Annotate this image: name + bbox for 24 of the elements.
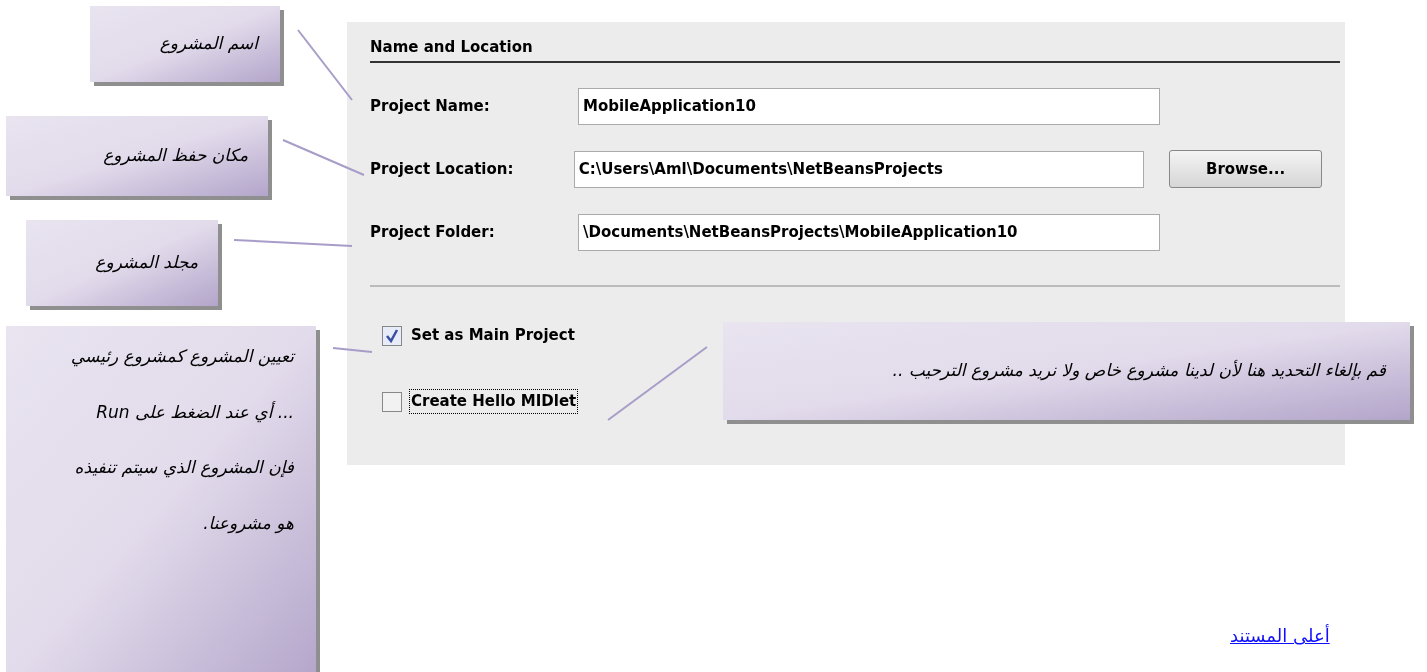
callout-text: اسم المشروع (159, 32, 258, 56)
callout-text: مجلد المشروع (95, 251, 198, 275)
section-heading: Name and Location (370, 36, 1340, 63)
checkbox[interactable] (382, 325, 402, 346)
field-label: Project Location: (370, 158, 515, 180)
checkbox[interactable] (382, 391, 402, 412)
text-field[interactable]: MobileApplication10 (578, 87, 1160, 125)
field-label: Project Name: (370, 95, 491, 117)
checkbox-label[interactable]: Create Hello MIDlet (410, 390, 578, 413)
callout-text: فإن المشروع الذي سيتم تنفيذه (74, 456, 294, 480)
callout-text: هو مشروعنا. (203, 511, 294, 536)
callout-text: مكان حفظ المشروع (103, 144, 248, 168)
callout-text: ... أي عند الضغط على Run (96, 400, 294, 425)
checkbox-label[interactable]: Set as Main Project (410, 324, 576, 347)
callout-text: تعيين المشروع كمشروع رئيسي (70, 345, 294, 369)
field-label: Project Folder: (370, 221, 496, 243)
text-field[interactable]: \Documents\NetBeansProjects\MobileApplication10 (578, 213, 1160, 251)
leader-line (332, 347, 373, 353)
text-field[interactable]: C:\Users\Aml\Documents\NetBeansProjects (573, 150, 1145, 188)
checkmark-icon (385, 328, 399, 343)
top-of-document-link[interactable]: أعلى المستند (1230, 622, 1330, 649)
browse-button[interactable]: Browse... (1169, 150, 1322, 188)
callout-text: قم بإلغاء التحديد هنا لأن لدينا مشروع خاص ولا نريد مشروع الترحيب .. (892, 358, 1386, 383)
leader-line (297, 29, 353, 101)
